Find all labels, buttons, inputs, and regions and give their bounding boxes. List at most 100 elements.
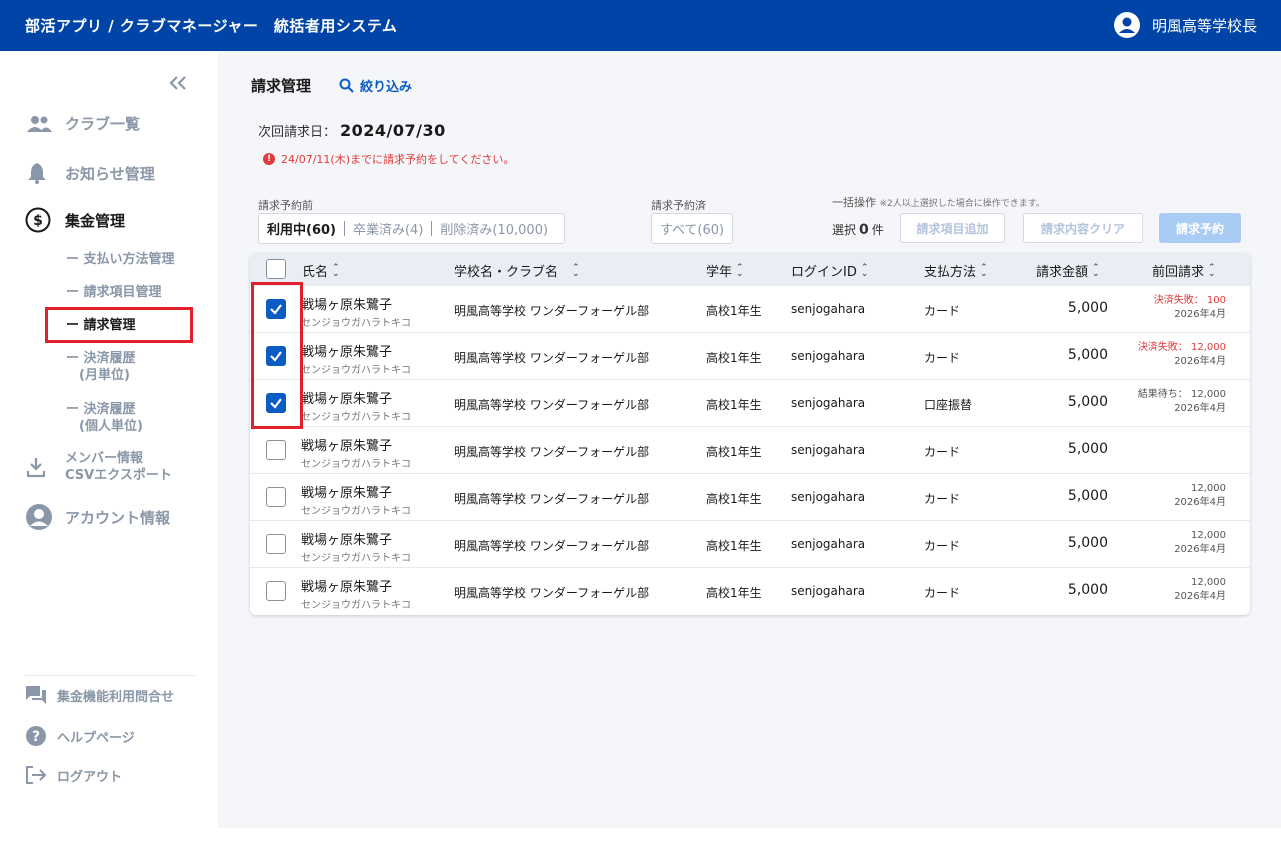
sidebar-item-notice[interactable]: お知らせ管理 [25,161,155,185]
user-menu[interactable]: 明風高等学校長 [1113,12,1257,38]
member-name-cell: 戦場ヶ原朱鷺子 センジョウガハラトキコ [301,341,411,376]
reserve-billing-button[interactable]: 請求予約 [1159,213,1241,243]
dollar-icon: $ [25,207,55,233]
header-label: 請求金額 [1036,265,1089,280]
member-kana: センジョウガハラトキコ [301,365,411,376]
previous-amount: 12,000 [1191,483,1226,494]
selected-unit: 件 [871,223,884,237]
header-login-id[interactable]: ログインID ⌃ ⌄ [791,261,868,280]
table-row[interactable]: 戦場ヶ原朱鷺子 センジョウガハラトキコ 明風高等学校 ワンダーフォーゲル部 高校1年生… [250,567,1250,614]
previous-billing-status: 結果待ち： 12,000 [1138,388,1226,402]
table-row[interactable]: 戦場ヶ原朱鷺子 センジョウガハラトキコ 明風高等学校 ワンダーフォーゲル部 高校1年生… [250,473,1250,520]
billing-amount: 5,000 [1067,347,1108,363]
reserved-label: 請求予約済 [651,199,706,212]
collapse-sidebar-button[interactable] [168,75,188,95]
filter-link[interactable]: 絞り込み [339,76,412,95]
row-checkbox[interactable] [266,581,286,601]
sidebar-item-csv-export[interactable]: メンバー情報 CSVエクスポート [25,450,172,484]
header-label: 学年 [706,265,733,280]
sidebar-subitem-payment-methods[interactable]: ー 支払い方法管理 [66,251,175,268]
warning-text: 24/07/11(木)までに請求予約をしてください。 [281,153,515,166]
previous-billing-status: 決済失敗： 12,000 [1138,341,1226,355]
bulk-actions-title: 一括操作 ※2人以上選択した場合に操作できます。 [832,194,1045,210]
billing-amount: 5,000 [1067,441,1108,457]
selected-count: 選択 0 件 [832,221,884,238]
payment-method: カード [924,586,961,600]
login-id: senjogahara [791,584,866,598]
alert-icon: ! [263,153,275,165]
header-amount[interactable]: 請求金額 ⌃ ⌄ [1036,261,1100,280]
bell-icon [25,161,55,185]
header-school[interactable]: 学校名・クラブ名 ⌃ ⌄ [454,261,580,280]
sidebar-subitem-history-individual[interactable]: ー 決済履歴 (個人単位) [66,401,143,435]
people-icon [25,114,55,134]
row-checkbox[interactable] [266,534,286,554]
row-checkbox[interactable] [266,440,286,460]
user-avatar-icon [1113,12,1140,38]
previous-amount: 100 [1206,295,1226,306]
sidebar-item-label: 集金管理 [65,211,126,230]
next-billing-value: 2024/07/30 [340,121,446,140]
sort-icon: ⌃ ⌄ [332,262,340,279]
clear-billing-button[interactable]: 請求内容クリア [1023,213,1143,243]
sidebar-subitem-billing-items[interactable]: ー 請求項目管理 [66,284,162,301]
sort-icon: ⌃ ⌄ [736,262,744,279]
sidebar-item-club-list[interactable]: クラブ一覧 [25,113,140,134]
billing-amount: 5,000 [1067,300,1108,316]
grade: 高校1年生 [706,351,762,365]
member-name-cell: 戦場ヶ原朱鷺子 センジョウガハラトキコ [301,435,411,470]
sidebar-item-logout[interactable]: ログアウト [25,765,122,785]
header-label: ログインID [791,265,857,280]
sidebar-item-inquiry[interactable]: 集金機能利用問合せ [25,685,174,705]
payment-method: 口座振替 [924,398,973,412]
table-row[interactable]: 戦場ヶ原朱鷺子 センジョウガハラトキコ 明風高等学校 ワンダーフォーゲル部 高校1年生… [250,285,1250,332]
sidebar-item-label: お知らせ管理 [65,164,155,183]
sidebar-subitem-history-monthly[interactable]: ー 決済履歴 (月単位) [66,350,136,384]
page-title: 請求管理 [251,77,312,95]
add-billing-item-button[interactable]: 請求項目追加 [900,213,1005,243]
table-row[interactable]: 戦場ヶ原朱鷺子 センジョウガハラトキコ 明風高等学校 ワンダーフォーゲル部 高校1年生… [250,426,1250,473]
pre-reserve-filter-group: 利用中(60) 卒業済み(4) 削除済み(10,000) [258,213,566,244]
school-club: 明風高等学校 ワンダーフォーゲル部 [454,445,650,459]
sidebar-item-help[interactable]: ? ヘルプページ [25,725,135,747]
payment-method: カード [924,304,961,318]
grade: 高校1年生 [706,492,762,506]
school-club: 明風高等学校 ワンダーフォーゲル部 [454,492,650,506]
sort-icon: ⌃ ⌄ [1208,262,1216,279]
member-name-cell: 戦場ヶ原朱鷺子 センジョウガハラトキコ [301,482,411,517]
header-grade[interactable]: 学年 ⌃ ⌄ [706,261,744,280]
header-previous-billing[interactable]: 前回請求 ⌃ ⌄ [1152,261,1216,280]
sidebar-item-collection[interactable]: $ 集金管理 [25,207,125,233]
school-club: 明風高等学校 ワンダーフォーゲル部 [454,304,650,318]
filter-option-graduated[interactable]: 卒業済み(4) [345,219,431,238]
filter-option-deleted[interactable]: 削除済み(10,000) [432,219,556,238]
bulk-title-text: 一括操作 [832,196,876,209]
table-row[interactable]: 戦場ヶ原朱鷺子 センジョウガハラトキコ 明風高等学校 ワンダーフォーゲル部 高校1年生… [250,520,1250,567]
row-checkbox[interactable] [266,487,286,507]
member-kana: センジョウガハラトキコ [301,318,411,329]
sidebar-item-label: アカウント情報 [65,508,171,527]
header-name[interactable]: 氏名 ⌃ ⌄ [302,261,340,280]
user-name: 明風高等学校長 [1151,16,1257,35]
sidebar-item-account[interactable]: アカウント情報 [25,503,170,531]
previous-status-label: 決済失敗： [1137,342,1188,353]
school-club: 明風高等学校 ワンダーフォーゲル部 [454,398,650,412]
grade: 高校1年生 [706,304,762,318]
previous-amount: 12,000 [1191,342,1226,353]
header-payment-method[interactable]: 支払方法 ⌃ ⌄ [924,261,988,280]
previous-billing-date: 2026年4月 [1174,591,1226,602]
filter-option-active[interactable]: 利用中(60) [267,219,344,238]
grade: 高校1年生 [706,445,762,459]
payment-method: カード [924,539,961,553]
previous-amount: 12,000 [1191,389,1226,400]
filter-option-all-reserved[interactable]: すべて(60) [651,213,733,244]
sort-icon: ⌃ ⌄ [860,262,869,279]
svg-text:?: ? [32,729,40,745]
sort-icon: ⌃ ⌄ [1092,262,1100,279]
table-row[interactable]: 戦場ヶ原朱鷺子 センジョウガハラトキコ 明風高等学校 ワンダーフォーゲル部 高校1年生… [250,379,1250,426]
previous-billing-date: 2026年4月 [1174,356,1226,367]
select-all-checkbox[interactable] [266,259,286,279]
header-label: 支払方法 [924,265,977,280]
login-id: senjogahara [791,490,866,504]
table-row[interactable]: 戦場ヶ原朱鷺子 センジョウガハラトキコ 明風高等学校 ワンダーフォーゲル部 高校1年生… [250,332,1250,379]
